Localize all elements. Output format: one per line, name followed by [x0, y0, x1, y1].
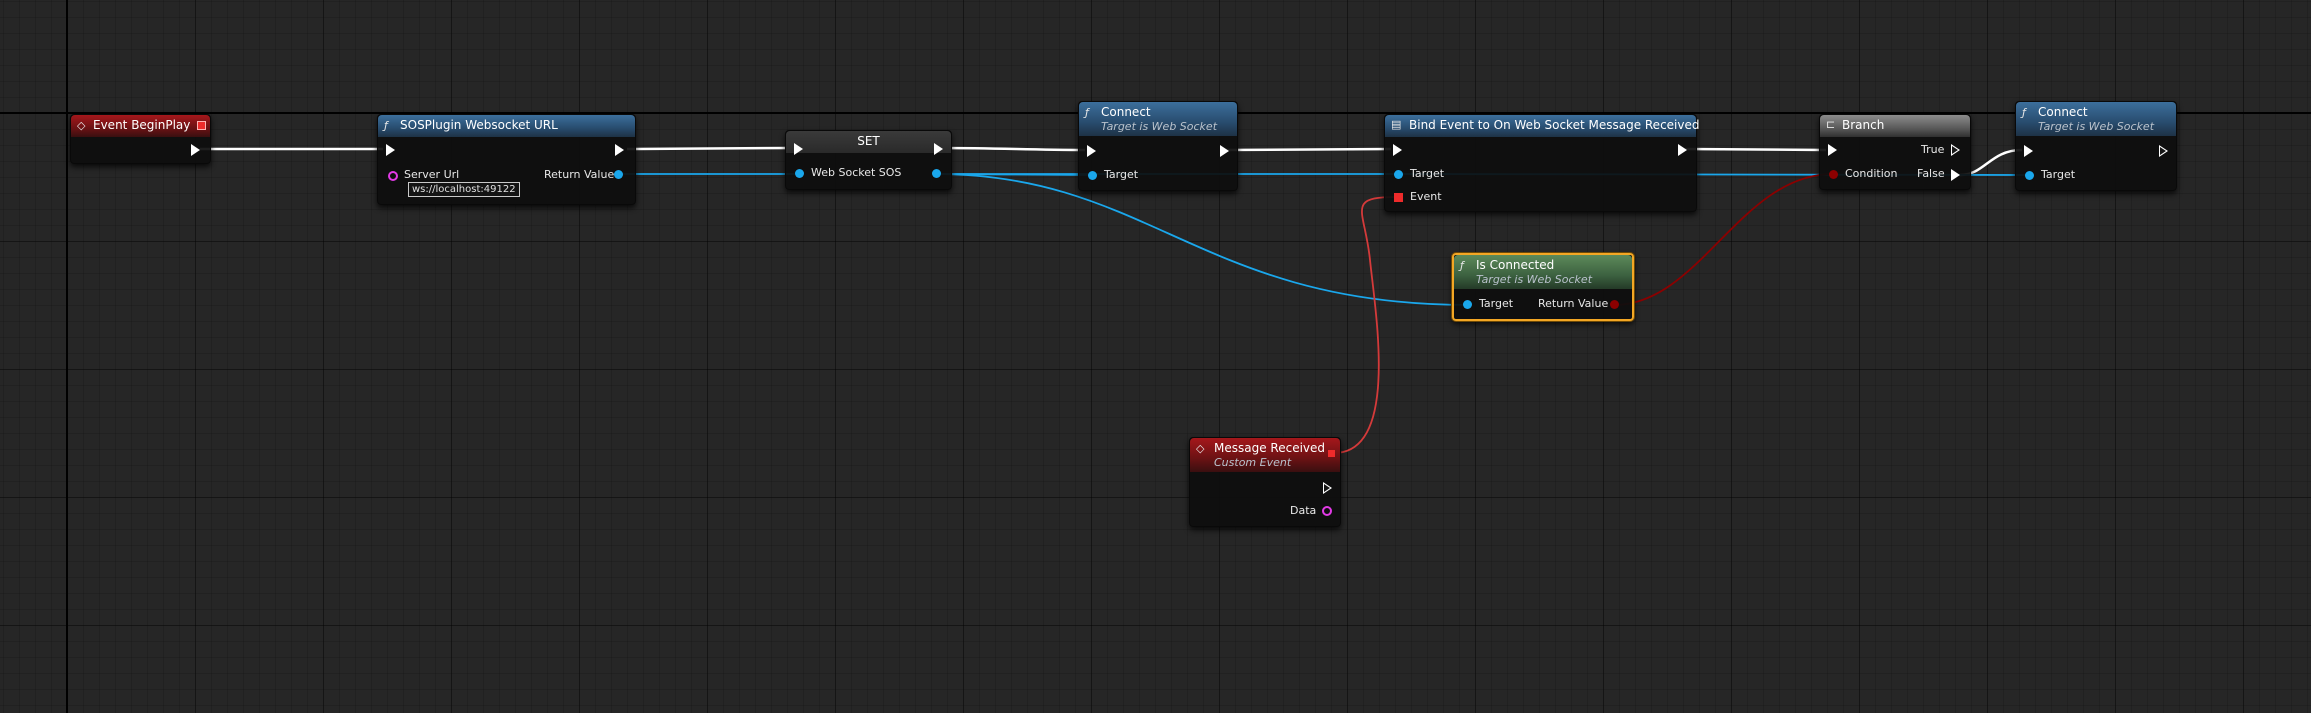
node-title: Is Connected — [1476, 258, 1555, 272]
node-title: SET — [857, 134, 880, 148]
function-f-icon: ƒ — [1085, 106, 1089, 119]
exec-output-pin[interactable] — [2159, 145, 2168, 157]
node-subtitle: Target is Web Socket — [1476, 273, 1593, 286]
target-label: Target — [1410, 167, 1445, 180]
node-title: Bind Event to On Web Socket Message Rece… — [1409, 118, 1700, 132]
exec-output-pin[interactable] — [191, 144, 200, 156]
is-connected-node[interactable]: ƒ Is Connected Target is Web Socket Targ… — [1452, 253, 1634, 321]
server-url-pin[interactable] — [388, 171, 398, 181]
exec-wire-url-set[interactable] — [626, 146, 793, 151]
target-pin[interactable] — [1463, 300, 1472, 309]
node-header: ◇ Event BeginPlay — [71, 115, 210, 137]
return-value-pin[interactable] — [614, 170, 623, 179]
node-subtitle: Custom Event — [1214, 456, 1292, 469]
event-label: Event — [1410, 190, 1442, 203]
node-header: SET — [786, 131, 951, 153]
node-header: ƒ SOSPlugin Websocket URL — [378, 115, 635, 137]
node-title: Branch — [1842, 118, 1885, 132]
exec-wire-set-connect[interactable] — [939, 146, 1086, 152]
web-socket-sos-label: Web Socket SOS — [811, 166, 902, 179]
set-variable-node[interactable]: SET Web Socket SOS — [785, 130, 952, 190]
exec-input-pin[interactable] — [1393, 144, 1402, 156]
event-diamond-icon: ◇ — [1196, 442, 1205, 455]
node-title: Connect — [1101, 105, 1151, 119]
node-header: ƒ Connect Target is Web Socket — [2016, 102, 2176, 136]
node-title: SOSPlugin Websocket URL — [400, 118, 558, 132]
node-header: ⊏ Branch — [1820, 115, 1970, 137]
bind-event-icon: ▤ — [1391, 118, 1402, 131]
return-value-label: Return Value — [1538, 297, 1609, 310]
connect-node-2[interactable]: ƒ Connect Target is Web Socket Target — [2015, 101, 2177, 191]
true-exec-output-pin[interactable] — [1951, 144, 1960, 156]
sosplugin-websocket-url-node[interactable]: ƒ SOSPlugin Websocket URL Server Url ws:… — [377, 114, 636, 205]
node-title: Event BeginPlay — [93, 118, 191, 132]
false-label: False — [1917, 167, 1945, 180]
delegate-output-pin[interactable] — [197, 121, 206, 130]
web-socket-sos-output-pin[interactable] — [932, 169, 941, 178]
server-url-input[interactable]: ws://localhost:49122 — [408, 182, 520, 197]
server-url-label: Server Url — [404, 168, 460, 181]
exec-input-pin[interactable] — [2024, 145, 2033, 157]
target-pin[interactable] — [2025, 171, 2034, 180]
target-label: Target — [1479, 297, 1514, 310]
event-delegate-pin[interactable] — [1394, 193, 1403, 202]
exec-input-pin[interactable] — [1828, 144, 1837, 156]
target-pin[interactable] — [1394, 170, 1403, 179]
condition-pin[interactable] — [1829, 170, 1838, 179]
target-label: Target — [2041, 168, 2076, 181]
branch-node[interactable]: ⊏ Branch True Condition False — [1819, 114, 1971, 190]
node-header: ▤ Bind Event to On Web Socket Message Re… — [1385, 115, 1700, 137]
false-exec-output-pin[interactable] — [1951, 169, 1960, 181]
target-pin[interactable] — [1088, 171, 1097, 180]
node-subtitle: Target is Web Socket — [1101, 120, 1218, 133]
delegate-output-pin[interactable] — [1328, 450, 1335, 457]
web-socket-sos-input-pin[interactable] — [795, 169, 804, 178]
return-value-label: Return Value — [544, 168, 615, 181]
exec-output-pin[interactable] — [1323, 482, 1332, 494]
exec-output-pin[interactable] — [1678, 144, 1687, 156]
function-f-icon: ƒ — [1460, 259, 1464, 272]
bind-event-node[interactable]: ▤ Bind Event to On Web Socket Message Re… — [1384, 114, 1700, 212]
condition-label: Condition — [1845, 167, 1898, 180]
data-label: Data — [1290, 504, 1317, 517]
return-value-pin[interactable] — [1610, 300, 1619, 309]
event-diamond-icon: ◇ — [77, 119, 86, 132]
exec-input-pin[interactable] — [794, 143, 803, 155]
node-subtitle: Target is Web Socket — [2038, 120, 2155, 133]
node-header: ƒ Connect Target is Web Socket — [1079, 102, 1237, 136]
function-f-icon: ƒ — [2022, 106, 2026, 119]
exec-wire-connect-bind[interactable] — [1224, 147, 1392, 152]
message-received-event-node[interactable]: ◇ Message Received Custom Event Data — [1189, 437, 1341, 527]
node-title: Message Received — [1214, 441, 1326, 455]
event-beginplay-node[interactable]: ◇ Event BeginPlay — [70, 114, 211, 164]
exec-wire-bind-branch[interactable] — [1684, 147, 1827, 152]
node-header: ƒ Is Connected Target is Web Socket — [1454, 255, 1632, 289]
function-f-icon: ƒ — [384, 119, 388, 132]
exec-input-pin[interactable] — [1087, 145, 1096, 157]
exec-output-pin[interactable] — [615, 144, 624, 156]
delegate-wire-message-bind[interactable] — [1333, 196, 1397, 454]
node-header: ◇ Message Received Custom Event — [1190, 438, 1340, 472]
exec-output-pin[interactable] — [934, 143, 943, 155]
exec-input-pin[interactable] — [386, 144, 395, 156]
branch-icon: ⊏ — [1826, 118, 1836, 131]
target-label: Target — [1104, 168, 1139, 181]
exec-output-pin[interactable] — [1220, 145, 1229, 157]
true-label: True — [1921, 143, 1945, 156]
connect-node[interactable]: ƒ Connect Target is Web Socket Target — [1078, 101, 1238, 191]
data-pin[interactable] — [1322, 506, 1332, 516]
node-title: Connect — [2038, 105, 2088, 119]
